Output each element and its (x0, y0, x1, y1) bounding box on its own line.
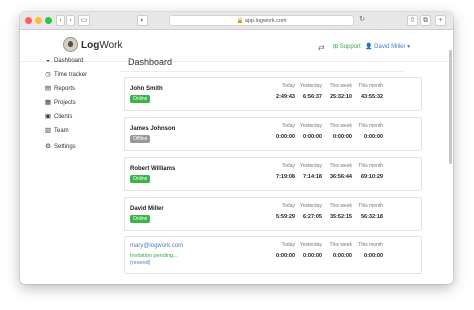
back-icon[interactable]: ‹ (56, 15, 65, 26)
refresh-icon[interactable]: ⇄ (318, 43, 325, 52)
sidebar-item-reports[interactable]: ▤ Reports (44, 85, 104, 99)
column-header-this-month: This month (358, 123, 383, 129)
zoom-window-button[interactable] (45, 17, 52, 24)
time-this-month: 0:00:00 (364, 253, 383, 259)
tabs-icon[interactable]: ⧉ (420, 15, 431, 26)
member-name: Robert Williams (130, 166, 176, 172)
column-header-this-month: This month (358, 203, 383, 209)
invite-card: mary@logwork.com Invitation pending... (… (124, 236, 422, 274)
app-logo[interactable]: LogWork (81, 40, 122, 51)
forward-icon[interactable]: › (66, 15, 75, 26)
time-this-month: 43:55:32 (360, 94, 383, 100)
new-tab-icon[interactable]: + (435, 15, 446, 26)
user-menu[interactable]: 👤 David Miller ▾ (365, 43, 410, 50)
chevron-down-icon: ▾ (407, 44, 411, 50)
sidebar-item-settings[interactable]: ⚙ Settings (44, 143, 104, 157)
address-bar[interactable]: 🔒 app.logwork.com (169, 15, 354, 26)
lock-icon: 🔒 (236, 18, 244, 24)
column-header-this-month: This month (358, 163, 383, 169)
status-badge: Online (130, 175, 151, 183)
reload-icon[interactable]: ↻ (357, 15, 367, 26)
status-badge: Online (130, 215, 151, 223)
gear-icon: ⚙ (45, 143, 51, 150)
share-icon[interactable]: ⇧ (407, 15, 418, 26)
plus-icon: ⊞ (333, 44, 339, 50)
column-header-this-month: This month (358, 242, 383, 248)
member-card-david-miller: David Miller Online Today 5:59:29 Yesterd… (124, 197, 422, 231)
sidebar-item-team[interactable]: ▥ Team (44, 127, 104, 141)
dashboard-icon: ◒ (46, 57, 50, 64)
member-card-robert-williams: Robert Williams Online Today 7:19:08 Yest… (124, 157, 422, 191)
sidebar-toggle-icon[interactable]: ▭ (78, 15, 90, 26)
resend-invite-link[interactable]: (resend) (130, 260, 150, 266)
sidebar: ◒ Dashboard ◷ Time tracker ▤ Reports ▦ Proje… (44, 57, 104, 157)
clock-icon: ◷ (45, 71, 51, 78)
chart-icon: ▤ (44, 85, 52, 92)
title-divider (120, 71, 405, 72)
time-this-month: 56:32:18 (360, 214, 383, 220)
team-icon: ▥ (44, 127, 52, 134)
page-title: Dashboard (128, 57, 173, 67)
sidebar-item-time-tracker[interactable]: ◷ Time tracker (44, 71, 104, 85)
member-card-john-smith: John Smith Online Today 2:49:43 Yesterday… (124, 77, 422, 111)
member-name: David Miller (130, 206, 164, 212)
logo-icon (63, 37, 78, 52)
column-header-this-month: This month (358, 83, 383, 89)
member-card-james-johnson: James Johnson Offline Today 0:00:00 Yeste… (124, 117, 422, 151)
user-icon: 👤 (365, 44, 373, 50)
invite-email-link[interactable]: mary@logwork.com (130, 243, 183, 249)
sidebar-item-clients[interactable]: ▣ Clients (44, 113, 104, 127)
support-link[interactable]: ⊞ Support (333, 43, 361, 50)
status-badge: Online (130, 95, 151, 103)
page-scrollbar[interactable] (449, 50, 452, 164)
browser-titlebar: ‹ › ▭ ◐ 🔒 app.logwork.com ↻ ⇧ ⧉ + (20, 12, 453, 30)
member-name: John Smith (130, 86, 163, 92)
time-this-month: 69:10:29 (360, 174, 383, 180)
shield-icon[interactable]: ◐ (137, 15, 148, 26)
time-this-month: 0:00:00 (364, 134, 383, 140)
status-badge: Offline (130, 135, 151, 143)
projects-icon: ▦ (44, 99, 52, 106)
invite-pending-text: Invitation pending... (130, 253, 178, 259)
close-window-button[interactable] (25, 17, 32, 24)
sidebar-item-dashboard[interactable]: ◒ Dashboard (44, 57, 104, 71)
member-name: James Johnson (130, 126, 176, 132)
address-text: app.logwork.com (244, 18, 287, 24)
sidebar-item-projects[interactable]: ▦ Projects (44, 99, 104, 113)
minimize-window-button[interactable] (35, 17, 42, 24)
clients-icon: ▣ (44, 113, 52, 120)
